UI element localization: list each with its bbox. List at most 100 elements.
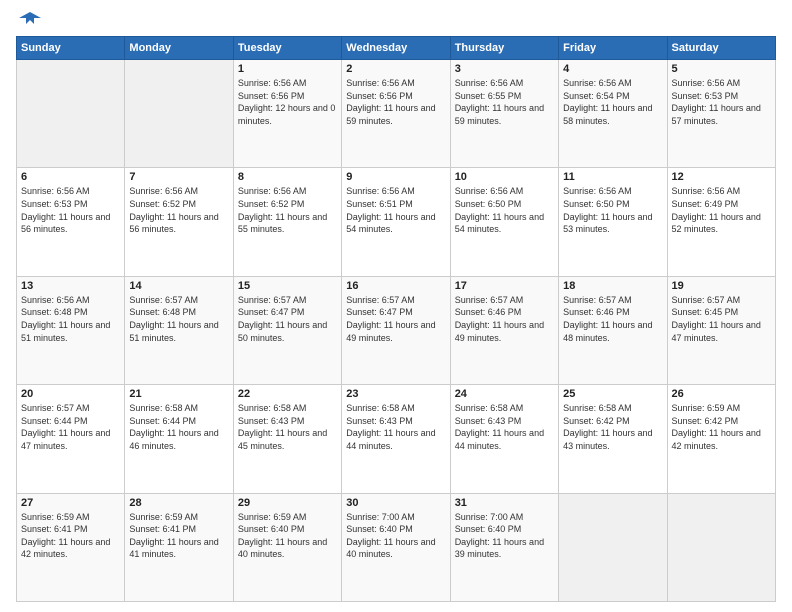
day-info: Sunrise: 6:56 AMSunset: 6:54 PMDaylight:… (563, 77, 662, 127)
day-number: 4 (563, 63, 662, 75)
day-info: Sunrise: 7:00 AMSunset: 6:40 PMDaylight:… (455, 511, 554, 561)
calendar-cell: 18 Sunrise: 6:57 AMSunset: 6:46 PMDayligh… (559, 276, 667, 384)
calendar-cell: 28 Sunrise: 6:59 AMSunset: 6:41 PMDayligh… (125, 493, 233, 601)
calendar-week-row: 20 Sunrise: 6:57 AMSunset: 6:44 PMDayligh… (17, 385, 776, 493)
calendar-cell: 27 Sunrise: 6:59 AMSunset: 6:41 PMDayligh… (17, 493, 125, 601)
calendar-cell (667, 493, 775, 601)
day-number: 16 (346, 280, 445, 292)
day-number: 22 (238, 388, 337, 400)
day-info: Sunrise: 6:59 AMSunset: 6:41 PMDaylight:… (21, 511, 120, 561)
day-number: 1 (238, 63, 337, 75)
day-number: 21 (129, 388, 228, 400)
day-number: 31 (455, 497, 554, 509)
calendar-cell: 13 Sunrise: 6:56 AMSunset: 6:48 PMDayligh… (17, 276, 125, 384)
calendar-cell: 14Sunrise: 6:57 AMSunset: 6:48 PMDayligh… (125, 276, 233, 384)
day-number: 15 (238, 280, 337, 292)
weekday-header-wednesday: Wednesday (342, 37, 450, 60)
calendar-week-row: 6 Sunrise: 6:56 AMSunset: 6:53 PMDaylight… (17, 168, 776, 276)
calendar-cell: 20 Sunrise: 6:57 AMSunset: 6:44 PMDayligh… (17, 385, 125, 493)
calendar-cell: 26 Sunrise: 6:59 AMSunset: 6:42 PMDayligh… (667, 385, 775, 493)
day-number: 12 (672, 171, 771, 183)
day-info: Sunrise: 6:56 AMSunset: 6:52 PMDaylight:… (129, 185, 228, 235)
day-number: 28 (129, 497, 228, 509)
day-number: 19 (672, 280, 771, 292)
day-number: 9 (346, 171, 445, 183)
calendar-week-row: 27 Sunrise: 6:59 AMSunset: 6:41 PMDayligh… (17, 493, 776, 601)
day-info: Sunrise: 6:57 AMSunset: 6:48 PMDaylight:… (129, 294, 228, 344)
day-number: 10 (455, 171, 554, 183)
day-info: Sunrise: 6:56 AMSunset: 6:53 PMDaylight:… (21, 185, 120, 235)
calendar-cell: 11 Sunrise: 6:56 AMSunset: 6:50 PMDayligh… (559, 168, 667, 276)
day-info: Sunrise: 6:57 AMSunset: 6:46 PMDaylight:… (455, 294, 554, 344)
calendar-cell: 10 Sunrise: 6:56 AMSunset: 6:50 PMDayligh… (450, 168, 558, 276)
calendar-cell: 24 Sunrise: 6:58 AMSunset: 6:43 PMDayligh… (450, 385, 558, 493)
calendar-cell: 9 Sunrise: 6:56 AMSunset: 6:51 PMDaylight… (342, 168, 450, 276)
day-number: 18 (563, 280, 662, 292)
day-info: Sunrise: 6:56 AMSunset: 6:56 PMDaylight:… (238, 77, 337, 127)
day-info: Sunrise: 6:57 AMSunset: 6:44 PMDaylight:… (21, 402, 120, 452)
weekday-header-row: SundayMondayTuesdayWednesdayThursdayFrid… (17, 37, 776, 60)
day-info: Sunrise: 7:00 AMSunset: 6:40 PMDaylight:… (346, 511, 445, 561)
day-info: Sunrise: 6:59 AMSunset: 6:40 PMDaylight:… (238, 511, 337, 561)
day-number: 27 (21, 497, 120, 509)
calendar-cell: 22Sunrise: 6:58 AMSunset: 6:43 PMDayligh… (233, 385, 341, 493)
calendar-cell: 2 Sunrise: 6:56 AMSunset: 6:56 PMDaylight… (342, 60, 450, 168)
calendar-cell: 16 Sunrise: 6:57 AMSunset: 6:47 PMDayligh… (342, 276, 450, 384)
calendar-cell: 7 Sunrise: 6:56 AMSunset: 6:52 PMDaylight… (125, 168, 233, 276)
day-info: Sunrise: 6:57 AMSunset: 6:45 PMDaylight:… (672, 294, 771, 344)
day-info: Sunrise: 6:57 AMSunset: 6:46 PMDaylight:… (563, 294, 662, 344)
day-number: 29 (238, 497, 337, 509)
day-info: Sunrise: 6:56 AMSunset: 6:52 PMDaylight:… (238, 185, 337, 235)
calendar-cell: 23 Sunrise: 6:58 AMSunset: 6:43 PMDayligh… (342, 385, 450, 493)
day-number: 11 (563, 171, 662, 183)
calendar-cell: 19 Sunrise: 6:57 AMSunset: 6:45 PMDayligh… (667, 276, 775, 384)
day-number: 24 (455, 388, 554, 400)
day-number: 20 (21, 388, 120, 400)
calendar-cell (559, 493, 667, 601)
day-info: Sunrise: 6:58 AMSunset: 6:44 PMDaylight:… (129, 402, 228, 452)
calendar-cell: 25 Sunrise: 6:58 AMSunset: 6:42 PMDayligh… (559, 385, 667, 493)
calendar-cell: 4 Sunrise: 6:56 AMSunset: 6:54 PMDaylight… (559, 60, 667, 168)
day-info: Sunrise: 6:56 AMSunset: 6:56 PMDaylight:… (346, 77, 445, 127)
day-number: 8 (238, 171, 337, 183)
calendar-cell: 17Sunrise: 6:57 AMSunset: 6:46 PMDayligh… (450, 276, 558, 384)
day-number: 23 (346, 388, 445, 400)
calendar-cell (125, 60, 233, 168)
day-number: 6 (21, 171, 120, 183)
calendar-cell: 8 Sunrise: 6:56 AMSunset: 6:52 PMDaylight… (233, 168, 341, 276)
day-number: 5 (672, 63, 771, 75)
calendar-cell: 3 Sunrise: 6:56 AMSunset: 6:55 PMDaylight… (450, 60, 558, 168)
day-info: Sunrise: 6:57 AMSunset: 6:47 PMDaylight:… (346, 294, 445, 344)
calendar-week-row: 13 Sunrise: 6:56 AMSunset: 6:48 PMDayligh… (17, 276, 776, 384)
day-info: Sunrise: 6:59 AMSunset: 6:42 PMDaylight:… (672, 402, 771, 452)
day-info: Sunrise: 6:57 AMSunset: 6:47 PMDaylight:… (238, 294, 337, 344)
weekday-header-tuesday: Tuesday (233, 37, 341, 60)
day-info: Sunrise: 6:56 AMSunset: 6:48 PMDaylight:… (21, 294, 120, 344)
day-number: 25 (563, 388, 662, 400)
day-number: 7 (129, 171, 228, 183)
weekday-header-friday: Friday (559, 37, 667, 60)
day-info: Sunrise: 6:56 AMSunset: 6:55 PMDaylight:… (455, 77, 554, 127)
calendar-week-row: 1 Sunrise: 6:56 AMSunset: 6:56 PMDaylight… (17, 60, 776, 168)
logo-bird-icon (19, 10, 41, 32)
weekday-header-sunday: Sunday (17, 37, 125, 60)
day-info: Sunrise: 6:56 AMSunset: 6:50 PMDaylight:… (455, 185, 554, 235)
day-info: Sunrise: 6:58 AMSunset: 6:42 PMDaylight:… (563, 402, 662, 452)
day-info: Sunrise: 6:59 AMSunset: 6:41 PMDaylight:… (129, 511, 228, 561)
day-number: 3 (455, 63, 554, 75)
day-info: Sunrise: 6:56 AMSunset: 6:50 PMDaylight:… (563, 185, 662, 235)
weekday-header-saturday: Saturday (667, 37, 775, 60)
day-info: Sunrise: 6:58 AMSunset: 6:43 PMDaylight:… (346, 402, 445, 452)
weekday-header-monday: Monday (125, 37, 233, 60)
day-number: 13 (21, 280, 120, 292)
weekday-header-thursday: Thursday (450, 37, 558, 60)
day-info: Sunrise: 6:56 AMSunset: 6:51 PMDaylight:… (346, 185, 445, 235)
day-number: 2 (346, 63, 445, 75)
calendar-table: SundayMondayTuesdayWednesdayThursdayFrid… (16, 36, 776, 602)
day-info: Sunrise: 6:58 AMSunset: 6:43 PMDaylight:… (455, 402, 554, 452)
calendar-cell: 29 Sunrise: 6:59 AMSunset: 6:40 PMDayligh… (233, 493, 341, 601)
calendar-cell: 21 Sunrise: 6:58 AMSunset: 6:44 PMDayligh… (125, 385, 233, 493)
day-number: 26 (672, 388, 771, 400)
calendar-cell: 31 Sunrise: 7:00 AMSunset: 6:40 PMDayligh… (450, 493, 558, 601)
calendar-cell: 1 Sunrise: 6:56 AMSunset: 6:56 PMDaylight… (233, 60, 341, 168)
